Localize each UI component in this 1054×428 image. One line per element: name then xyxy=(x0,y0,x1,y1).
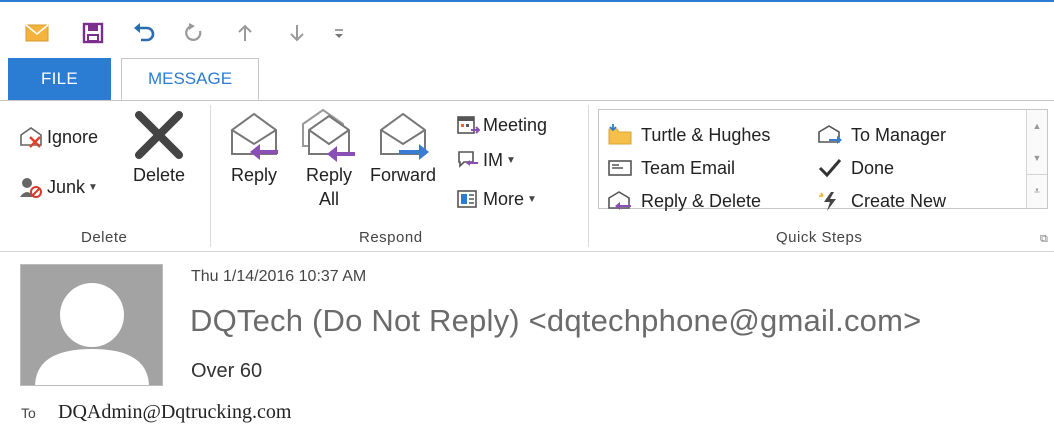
quick-steps-scrollbar[interactable]: ▲ ▼ ⩡ xyxy=(1026,110,1047,208)
ribbon-tab-bar: FILE MESSAGE xyxy=(0,58,1054,101)
tab-file[interactable]: FILE xyxy=(8,58,111,100)
undo-icon[interactable] xyxy=(131,18,157,48)
meeting-label: Meeting xyxy=(483,114,548,135)
message-subject: Over 60 xyxy=(191,360,263,382)
meeting-icon xyxy=(457,116,480,134)
quick-step-team-email[interactable]: Team Email xyxy=(607,153,735,183)
message-date: Thu 1/14/2016 10:37 AM xyxy=(191,268,367,285)
quick-step-done[interactable]: Done xyxy=(817,153,894,183)
quick-step-label: To Manager xyxy=(851,124,947,145)
reply-all-label-line1: Reply xyxy=(305,165,353,185)
ribbon: Ignore Junk ▼ Delete Delete Reply Reply … xyxy=(0,101,1054,252)
to-label: To xyxy=(21,405,36,421)
chevron-down-icon: ▼ xyxy=(88,181,98,193)
tab-message[interactable]: MESSAGE xyxy=(121,58,259,100)
customize-icon[interactable] xyxy=(326,18,352,48)
more-button[interactable]: More ▼ xyxy=(456,185,537,213)
quick-step-label: Team Email xyxy=(641,157,736,178)
up-arrow-icon[interactable] xyxy=(232,18,258,48)
junk-icon xyxy=(20,178,42,198)
envelope-icon[interactable] xyxy=(24,18,50,48)
lightning-icon xyxy=(819,192,836,211)
quick-step-label: Done xyxy=(851,157,895,178)
delete-button[interactable]: Delete xyxy=(133,107,185,187)
ignore-label: Ignore xyxy=(47,126,99,147)
quick-steps-gallery: Turtle & Hughes To Manager Team Email Do… xyxy=(598,109,1048,211)
envelope-forward-icon xyxy=(818,125,842,144)
quick-step-to-manager[interactable]: To Manager xyxy=(817,120,946,150)
im-button[interactable]: IM ▼ xyxy=(456,146,516,174)
ignore-button[interactable]: Ignore xyxy=(18,123,98,151)
quick-step-reply-delete[interactable]: Reply & Delete xyxy=(607,186,761,216)
delete-x-icon xyxy=(135,111,184,159)
save-icon[interactable] xyxy=(80,18,106,48)
delete-group-label: Delete xyxy=(81,229,128,246)
junk-button[interactable]: Junk ▼ xyxy=(18,173,98,201)
quick-step-create-new[interactable]: Create New xyxy=(817,186,946,216)
quick-step-turtle-hughes[interactable]: Turtle & Hughes xyxy=(607,120,770,150)
junk-label: Junk xyxy=(47,176,86,197)
im-icon xyxy=(458,151,478,168)
dialog-launcher-icon[interactable]: ⧉ xyxy=(1040,233,1048,246)
quick-step-label: Turtle & Hughes xyxy=(641,124,771,145)
down-arrow-icon[interactable] xyxy=(284,18,310,48)
reply-all-label-line2: All xyxy=(318,189,339,209)
more-label: More xyxy=(483,188,525,209)
meeting-button[interactable]: Meeting xyxy=(456,111,547,139)
avatar xyxy=(20,264,163,386)
ignore-icon xyxy=(20,127,42,148)
window-top-border xyxy=(0,0,1054,2)
forward-icon xyxy=(380,112,429,160)
reply-all-icon xyxy=(302,108,355,162)
email-icon xyxy=(608,160,632,176)
quick-steps-group-label: Quick Steps xyxy=(776,229,863,246)
to-recipient[interactable]: DQAdmin@Dqtrucking.com xyxy=(58,401,291,424)
reply-label: Reply xyxy=(230,165,278,185)
quick-step-label: Create New xyxy=(851,190,947,211)
reply-all-button[interactable]: Reply All xyxy=(299,107,359,211)
reply-icon xyxy=(231,112,278,160)
gallery-expand-icon[interactable]: ⩡ xyxy=(1027,174,1047,207)
scroll-up-icon[interactable]: ▲ xyxy=(1027,110,1047,142)
respond-group-label: Respond xyxy=(359,229,423,246)
redo-icon[interactable] xyxy=(182,18,208,48)
forward-label: Forward xyxy=(370,165,437,185)
scroll-down-icon[interactable]: ▼ xyxy=(1027,142,1047,174)
group-separator xyxy=(210,105,211,247)
reply-delete-icon xyxy=(608,191,631,210)
forward-button[interactable]: Forward xyxy=(370,107,436,187)
more-icon xyxy=(457,190,477,208)
folder-icon xyxy=(608,124,632,145)
checkmark-icon xyxy=(818,159,842,178)
im-label: IM xyxy=(483,149,503,170)
chevron-down-icon: ▼ xyxy=(527,193,537,205)
message-sender[interactable]: DQTech (Do Not Reply) <dqtechphone@gmail… xyxy=(190,303,921,339)
reply-button[interactable]: Reply xyxy=(226,107,282,187)
group-separator xyxy=(588,105,589,247)
quick-step-label: Reply & Delete xyxy=(641,190,762,211)
delete-label: Delete xyxy=(133,165,186,185)
chevron-down-icon: ▼ xyxy=(506,154,516,166)
